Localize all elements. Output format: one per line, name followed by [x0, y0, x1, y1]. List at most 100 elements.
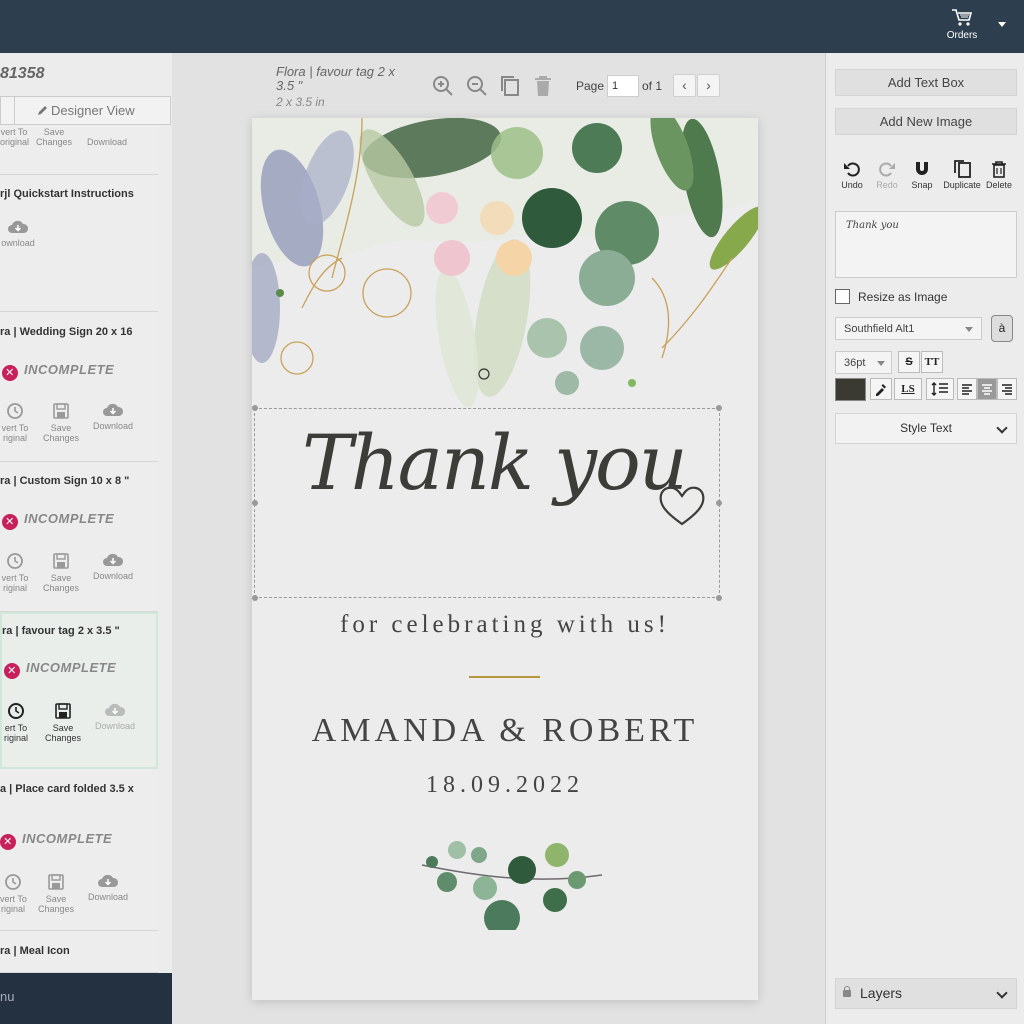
- cloud-download-icon: [8, 220, 29, 233]
- save-disk-icon: [53, 403, 69, 419]
- cart-icon: [952, 9, 973, 26]
- download-button[interactable]: Download: [90, 702, 140, 731]
- revert-label: vert To original: [0, 127, 30, 147]
- revert-clock-icon: [7, 403, 23, 419]
- status-label: INCOMPLETE: [22, 831, 113, 846]
- style-text-dropdown[interactable]: Style Text: [835, 413, 1017, 444]
- save-changes-button[interactable]: Save Changes: [35, 873, 77, 914]
- line-height-button[interactable]: [926, 378, 954, 400]
- save-label: Save Changes: [42, 573, 80, 593]
- text-preview[interactable]: Thank you: [835, 211, 1017, 278]
- resize-handle[interactable]: [716, 595, 722, 601]
- duplicate-button[interactable]: Duplicate: [940, 160, 984, 190]
- account-dropdown-caret[interactable]: [998, 22, 1006, 27]
- undo-label: Undo: [841, 180, 863, 190]
- resize-as-image-label: Resize as Image: [858, 290, 948, 304]
- text-color-swatch[interactable]: [835, 378, 866, 401]
- trash-icon[interactable]: [534, 75, 552, 97]
- save-changes-button[interactable]: Save Changes: [34, 127, 74, 147]
- download-button[interactable]: Download: [88, 552, 138, 581]
- copy-page-icon[interactable]: [500, 75, 520, 97]
- status-label: INCOMPLETE: [24, 511, 115, 526]
- zoom-out-icon[interactable]: [466, 75, 488, 97]
- incomplete-icon: ✕: [2, 365, 18, 381]
- download-button[interactable]: ownload: [0, 219, 36, 248]
- eyedropper-button[interactable]: [870, 378, 892, 400]
- design-workspace: Flora | favour tag 2 x 3.5 " 2 x 3.5 in …: [172, 53, 825, 1024]
- orders-button[interactable]: Orders: [940, 8, 984, 41]
- menu-label: nu: [0, 989, 15, 1004]
- align-left-button[interactable]: [957, 378, 977, 400]
- strikethrough-button[interactable]: S: [898, 351, 920, 373]
- font-glyph-button[interactable]: à: [991, 315, 1013, 342]
- card-title: ra | Custom Sign 10 x 8 ": [0, 475, 130, 487]
- revert-clock-icon: [8, 703, 24, 719]
- redo-button[interactable]: Redo: [867, 160, 907, 190]
- delete-button[interactable]: Delete: [979, 160, 1019, 190]
- revert-to-original-button[interactable]: ert To riginal: [2, 702, 30, 743]
- card-title: rjl Quickstart Instructions: [0, 188, 134, 200]
- save-label: Save Changes: [44, 723, 82, 743]
- tab-divider: [14, 97, 15, 124]
- event-date-text[interactable]: 18.09.2022: [252, 772, 758, 799]
- align-center-button[interactable]: [977, 378, 997, 400]
- thank-you-text[interactable]: Thank you: [302, 418, 688, 507]
- card-canvas[interactable]: Thank you for celebrating with us! AMAND…: [252, 118, 758, 1000]
- add-text-box-button[interactable]: Add Text Box: [835, 69, 1017, 96]
- revert-to-original-button[interactable]: vert To riginal: [0, 552, 30, 593]
- prev-page-button[interactable]: ‹: [673, 74, 696, 97]
- download-label: Download: [92, 421, 134, 431]
- style-text-label: Style Text: [900, 421, 952, 435]
- download-button[interactable]: Download: [83, 873, 133, 902]
- align-right-button[interactable]: [997, 378, 1017, 400]
- cloud-download-icon: [103, 553, 124, 566]
- layers-panel-toggle[interactable]: Layers: [835, 978, 1017, 1009]
- zoom-in-icon[interactable]: [432, 75, 454, 97]
- status-label: INCOMPLETE: [26, 660, 117, 675]
- revert-label: vert To riginal: [0, 894, 27, 914]
- snap-button[interactable]: Snap: [902, 160, 942, 190]
- resize-handle[interactable]: [716, 500, 722, 506]
- resize-handle[interactable]: [716, 405, 722, 411]
- download-button[interactable]: Download: [88, 402, 138, 431]
- save-changes-button[interactable]: Save Changes: [42, 702, 84, 743]
- page-number-input[interactable]: 1: [607, 75, 639, 97]
- resize-handle[interactable]: [252, 405, 258, 411]
- page-label: Page: [576, 79, 605, 93]
- align-left-icon: [962, 384, 972, 395]
- template-card: ra | Wedding Sign 20 x 16 ✕ INCOMPLETE ve…: [0, 312, 158, 462]
- font-size-value: 36pt: [844, 357, 866, 369]
- revert-label: ert To riginal: [3, 723, 28, 743]
- designer-view-label: Designer View: [51, 103, 135, 118]
- revert-to-original-button[interactable]: vert To riginal: [0, 402, 30, 443]
- celebrate-text[interactable]: for celebrating with us!: [252, 611, 758, 639]
- duplicate-icon: [954, 160, 971, 178]
- line-height-icon: [931, 382, 948, 396]
- revert-to-original-button[interactable]: vert To riginal: [0, 873, 27, 914]
- card-title: ra | Wedding Sign 20 x 16: [0, 326, 133, 338]
- undo-button[interactable]: Undo: [832, 160, 872, 190]
- letter-spacing-button[interactable]: LS: [894, 378, 922, 400]
- menu-bar[interactable]: nu: [0, 973, 172, 1024]
- resize-handle[interactable]: [252, 500, 258, 506]
- template-card-active[interactable]: ra | favour tag 2 x 3.5 " ✕ INCOMPLETE er…: [0, 612, 158, 769]
- add-new-image-button[interactable]: Add New Image: [835, 108, 1017, 135]
- font-size-select[interactable]: 36pt: [835, 351, 892, 374]
- designer-view-tab[interactable]: Designer View: [0, 96, 171, 125]
- uppercase-button[interactable]: TT: [921, 351, 943, 373]
- save-changes-button[interactable]: Save Changes: [40, 552, 82, 593]
- resize-as-image-checkbox[interactable]: [835, 289, 850, 304]
- status-badge: ✕ INCOMPLETE: [2, 511, 114, 530]
- right-panel: Add Text Box Add New Image Undo Redo Sna…: [825, 53, 1024, 1024]
- template-card: rjl Quickstart Instructions ownload: [0, 175, 158, 312]
- document-size: 2 x 3.5 in: [276, 95, 325, 109]
- resize-handle[interactable]: [252, 595, 258, 601]
- couple-names-text[interactable]: AMANDA & ROBERT: [252, 712, 758, 750]
- download-button[interactable]: Download: [82, 137, 132, 147]
- top-bar: Orders: [0, 0, 1024, 53]
- revert-to-original-button[interactable]: vert To original: [0, 127, 30, 147]
- save-changes-button[interactable]: Save Changes: [40, 402, 82, 443]
- font-family-select[interactable]: Southfield Alt1: [835, 317, 982, 340]
- orders-label: Orders: [946, 30, 978, 41]
- next-page-button[interactable]: ›: [697, 74, 720, 97]
